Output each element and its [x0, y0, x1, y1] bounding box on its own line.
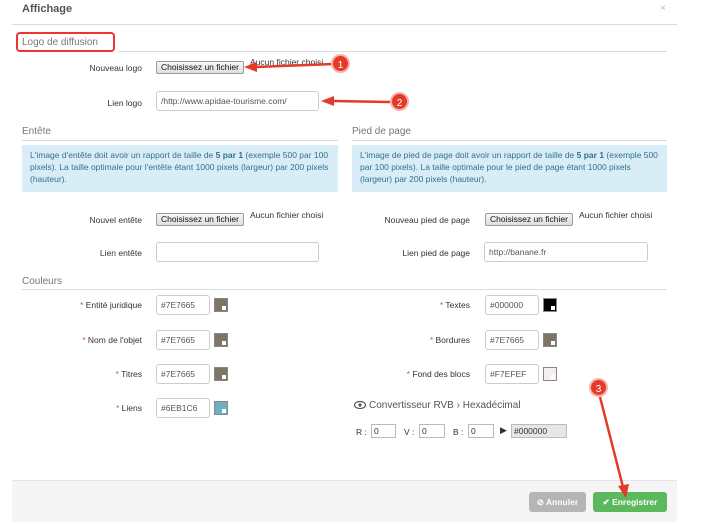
annotation-arrows — [244, 62, 629, 498]
annotation-badge-3: 3 — [589, 378, 608, 397]
annotation-badge-2: 2 — [390, 92, 409, 111]
annotation-badge-1: 1 — [331, 54, 350, 73]
